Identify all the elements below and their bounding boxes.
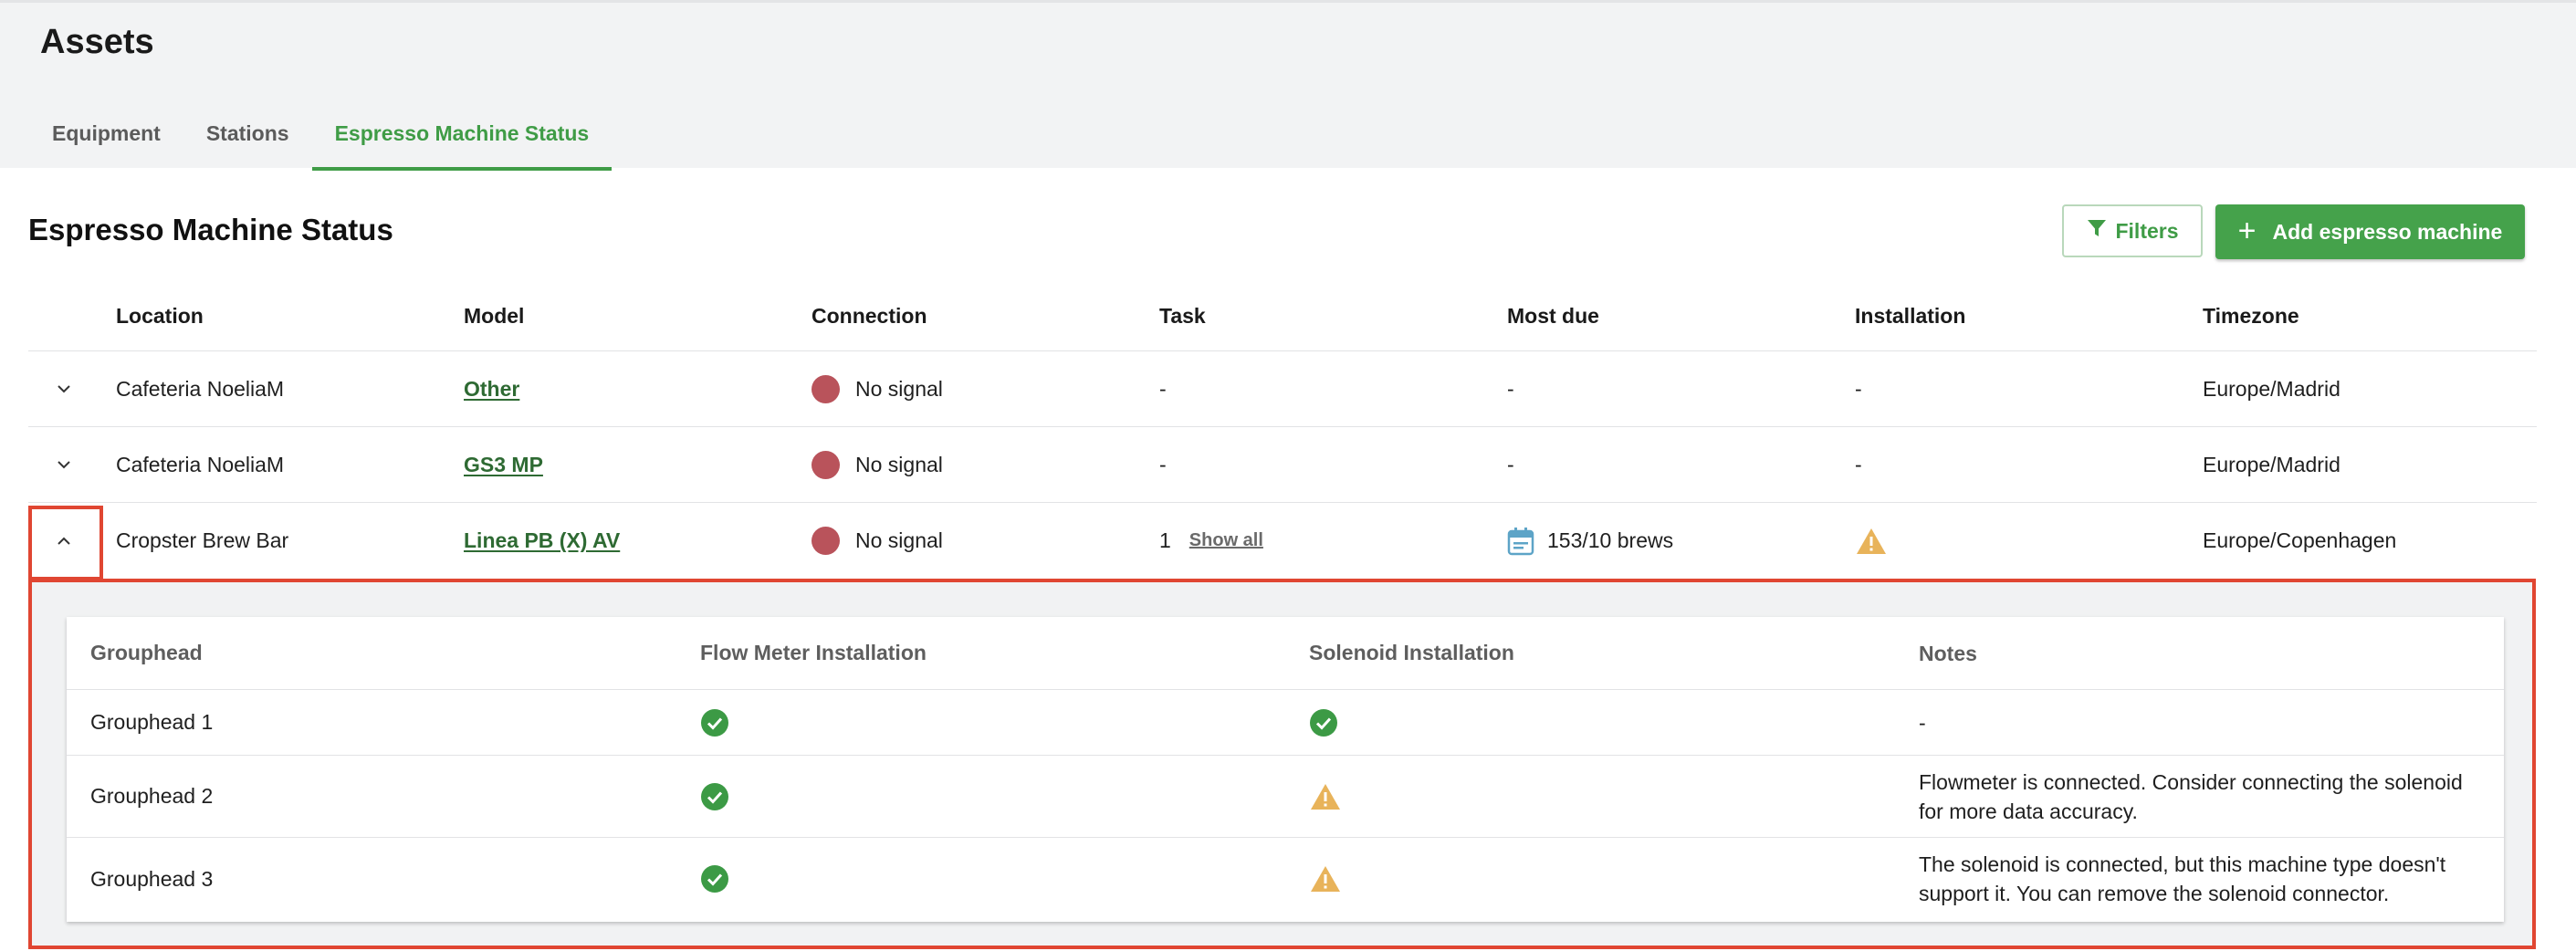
- filter-icon: [2086, 217, 2108, 245]
- expand-row-button[interactable]: [28, 351, 99, 426]
- task-count: 1: [1159, 528, 1171, 552]
- installation-cell: [1855, 503, 1888, 579]
- column-header-most-due: Most due: [1507, 303, 1599, 328]
- table-row: Cafeteria NoeliaM Other No signal - - - …: [28, 351, 2537, 427]
- connection-cell: No signal: [812, 503, 943, 579]
- column-header-timezone: Timezone: [2203, 303, 2299, 328]
- model-link[interactable]: GS3 MP: [464, 453, 543, 477]
- highlight-box-expand-toggle: [28, 506, 103, 580]
- task-cell: -: [1159, 376, 1167, 401]
- check-circle-icon: [701, 708, 728, 737]
- most-due-cell: -: [1507, 452, 1514, 476]
- details-row: Grouphead 3 The solenoid is connected, b…: [67, 838, 2504, 920]
- add-button-label: Add espresso machine: [2272, 219, 2503, 244]
- connection-cell: No signal: [812, 427, 943, 502]
- add-espresso-machine-button[interactable]: + Add espresso machine: [2215, 204, 2525, 259]
- tab-stations[interactable]: Stations: [183, 105, 312, 171]
- calendar-icon: [1507, 527, 1534, 555]
- filters-button-label: Filters: [2115, 218, 2179, 243]
- page-title: Assets: [40, 23, 154, 61]
- model-link[interactable]: Other: [464, 377, 519, 402]
- column-header-location: Location: [116, 303, 204, 328]
- details-row: Grouphead 1 -: [67, 690, 2504, 756]
- no-signal-dot-icon: [812, 374, 840, 403]
- connection-status: No signal: [855, 452, 943, 476]
- plus-icon: +: [2237, 213, 2257, 248]
- model-link[interactable]: Linea PB (X) AV: [464, 528, 620, 553]
- warning-icon: [1857, 528, 1886, 554]
- tab-espresso-machine-status[interactable]: Espresso Machine Status: [311, 105, 613, 171]
- no-signal-dot-icon: [812, 450, 840, 479]
- check-circle-icon: [701, 782, 728, 810]
- task-cell: 1 Show all: [1159, 503, 1263, 579]
- timezone-cell: Europe/Madrid: [2203, 376, 2340, 401]
- grouphead-name: Grouphead 1: [90, 710, 214, 734]
- installation-cell: -: [1855, 376, 1862, 401]
- page-header: Assets Equipment Stations Espresso Machi…: [0, 0, 2576, 171]
- expanded-row-details: Grouphead Flow Meter Installation Soleno…: [28, 579, 2536, 949]
- task-cell: -: [1159, 452, 1167, 476]
- table-header-row: Location Model Connection Task Most due …: [28, 281, 2537, 351]
- most-due-cell: -: [1507, 376, 1514, 401]
- espresso-machine-table: Location Model Connection Task Most due …: [28, 281, 2537, 579]
- most-due-value: 153/10 brews: [1547, 528, 1674, 552]
- connection-cell: No signal: [812, 351, 943, 426]
- column-header-connection: Connection: [812, 303, 927, 328]
- grouphead-name: Grouphead 3: [90, 866, 214, 891]
- show-all-link[interactable]: Show all: [1189, 530, 1263, 551]
- tab-bar: Equipment Stations Espresso Machine Stat…: [29, 105, 612, 171]
- filters-button[interactable]: Filters: [2062, 204, 2203, 257]
- notes-text: The solenoid is connected, but this mach…: [1919, 852, 2446, 905]
- grouphead-details-table: Grouphead Flow Meter Installation Soleno…: [67, 617, 2504, 922]
- column-header-flow-meter: Flow Meter Installation: [700, 641, 927, 664]
- section-title: Espresso Machine Status: [28, 213, 393, 246]
- most-due-cell: 153/10 brews: [1507, 503, 1673, 579]
- location-cell: Cafeteria NoeliaM: [116, 452, 285, 476]
- notes-text: -: [1919, 710, 1926, 735]
- location-cell: Cafeteria NoeliaM: [116, 376, 285, 401]
- expand-row-button[interactable]: [28, 427, 99, 502]
- notes-text: Flowmeter is connected. Consider connect…: [1919, 769, 2463, 823]
- warning-icon: [1311, 866, 1340, 892]
- column-header-task: Task: [1159, 303, 1206, 328]
- timezone-cell: Europe/Madrid: [2203, 452, 2340, 476]
- connection-status: No signal: [855, 528, 943, 552]
- connection-status: No signal: [855, 376, 943, 401]
- check-circle-icon: [701, 865, 728, 893]
- chevron-down-icon: [58, 461, 70, 469]
- warning-icon: [1311, 783, 1340, 810]
- check-circle-icon: [1310, 708, 1337, 737]
- table-row: Cafeteria NoeliaM GS3 MP No signal - - -…: [28, 427, 2537, 503]
- location-cell: Cropster Brew Bar: [116, 528, 289, 552]
- column-header-installation: Installation: [1855, 303, 1966, 328]
- column-header-grouphead: Grouphead: [90, 641, 203, 664]
- chevron-down-icon: [58, 385, 70, 393]
- column-header-solenoid: Solenoid Installation: [1309, 641, 1514, 664]
- no-signal-dot-icon: [812, 527, 840, 555]
- details-header-row: Grouphead Flow Meter Installation Soleno…: [67, 617, 2504, 690]
- tab-equipment[interactable]: Equipment: [29, 105, 183, 171]
- grouphead-name: Grouphead 2: [90, 784, 214, 808]
- installation-cell: -: [1855, 452, 1862, 476]
- timezone-cell: Europe/Copenhagen: [2203, 528, 2397, 552]
- details-row: Grouphead 2 Flowmeter is connected. Cons…: [67, 756, 2504, 838]
- column-header-model: Model: [464, 303, 525, 328]
- column-header-notes: Notes: [1919, 641, 1977, 665]
- table-row-expanded: Cropster Brew Bar Linea PB (X) AV No sig…: [28, 503, 2537, 579]
